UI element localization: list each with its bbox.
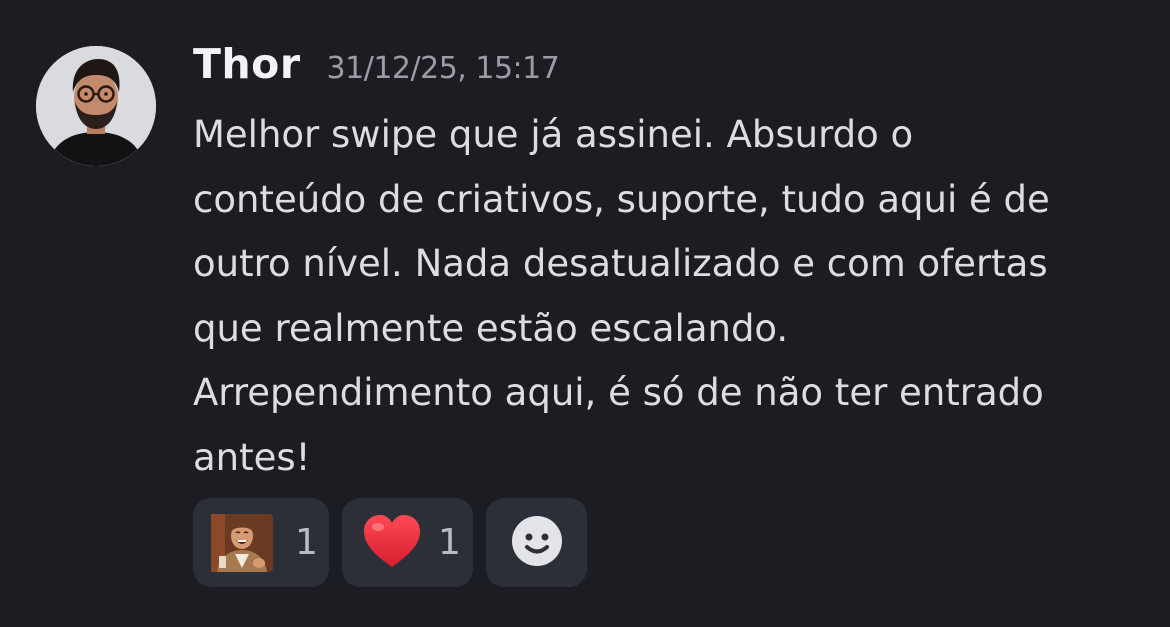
author-name[interactable]: Thor — [193, 40, 301, 88]
reaction-laugh-button[interactable]: 1 — [193, 498, 329, 587]
red-heart-icon — [362, 513, 422, 573]
chat-message: Thor 31/12/25, 15:17 Melhor swipe que já… — [0, 0, 1170, 627]
reaction-count: 1 — [295, 522, 318, 563]
message-header: Thor 31/12/25, 15:17 — [193, 40, 560, 100]
message-line: que realmente estão escalando. — [193, 306, 789, 350]
message-line: conteúdo de criativos, suporte, tudo aqu… — [193, 177, 1050, 221]
reaction-heart-button[interactable]: 1 — [342, 498, 473, 587]
message-line: outro nível. Nada desatualizado e com of… — [193, 242, 1048, 285]
message-timestamp: 31/12/25, 15:17 — [326, 51, 560, 86]
reaction-count: 1 — [438, 522, 461, 563]
add-reaction-button[interactable] — [486, 498, 587, 587]
message-content: Melhor swipe que já assinei. Absurdo o c… — [193, 103, 1153, 490]
message-line: Arrependimento aqui, é só de não ter ent… — [193, 371, 1044, 414]
message-line: antes! — [193, 435, 311, 479]
add-reaction-icon — [511, 515, 562, 570]
laughing-man-sticker-icon — [209, 507, 275, 578]
avatar[interactable] — [36, 46, 156, 166]
message-line: Melhor swipe que já assinei. Absurdo o — [193, 113, 914, 156]
reactions-bar: 1 1 — [193, 498, 587, 587]
